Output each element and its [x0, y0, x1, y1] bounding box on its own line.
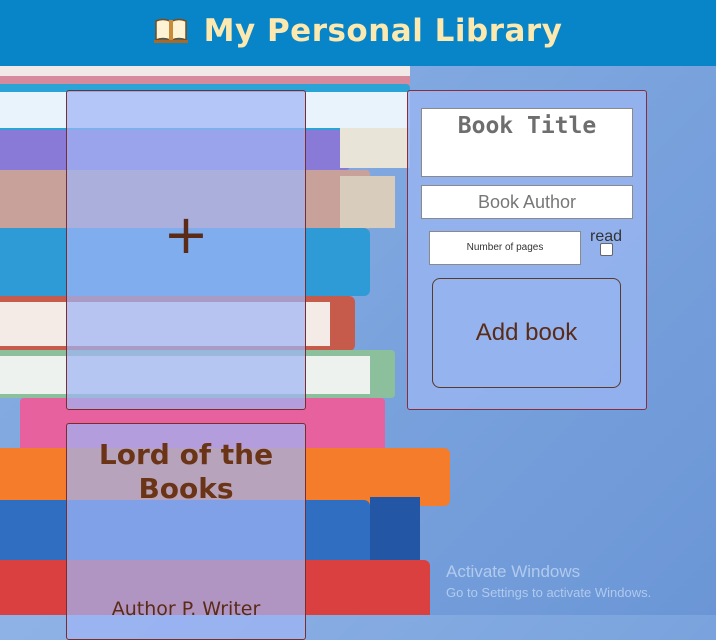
watermark-line-1: Activate Windows: [446, 562, 581, 581]
book-card[interactable]: Lord of the Books Author P. Writer: [66, 423, 306, 640]
add-book-button[interactable]: Add book: [432, 278, 621, 388]
watermark-line-2: Go to Settings to activate Windows.: [446, 585, 652, 600]
plus-icon: +: [163, 203, 209, 266]
app-title: My Personal Library: [203, 13, 563, 49]
read-checkbox[interactable]: [600, 243, 613, 256]
book-title-input[interactable]: Book Title: [421, 108, 633, 177]
book-title: Lord of the Books: [98, 438, 274, 505]
new-book-card[interactable]: +: [66, 90, 306, 410]
app-header: My Personal Library: [0, 0, 716, 66]
add-book-form: Book Title Book Author Number of pages r…: [407, 90, 647, 410]
open-book-icon: [153, 16, 188, 44]
activation-watermark: Activate Windows Go to Settings to activ…: [446, 562, 651, 600]
book-author-input[interactable]: Book Author: [421, 185, 633, 219]
book-author: Author P. Writer: [111, 598, 261, 620]
pages-input[interactable]: Number of pages: [429, 231, 581, 265]
